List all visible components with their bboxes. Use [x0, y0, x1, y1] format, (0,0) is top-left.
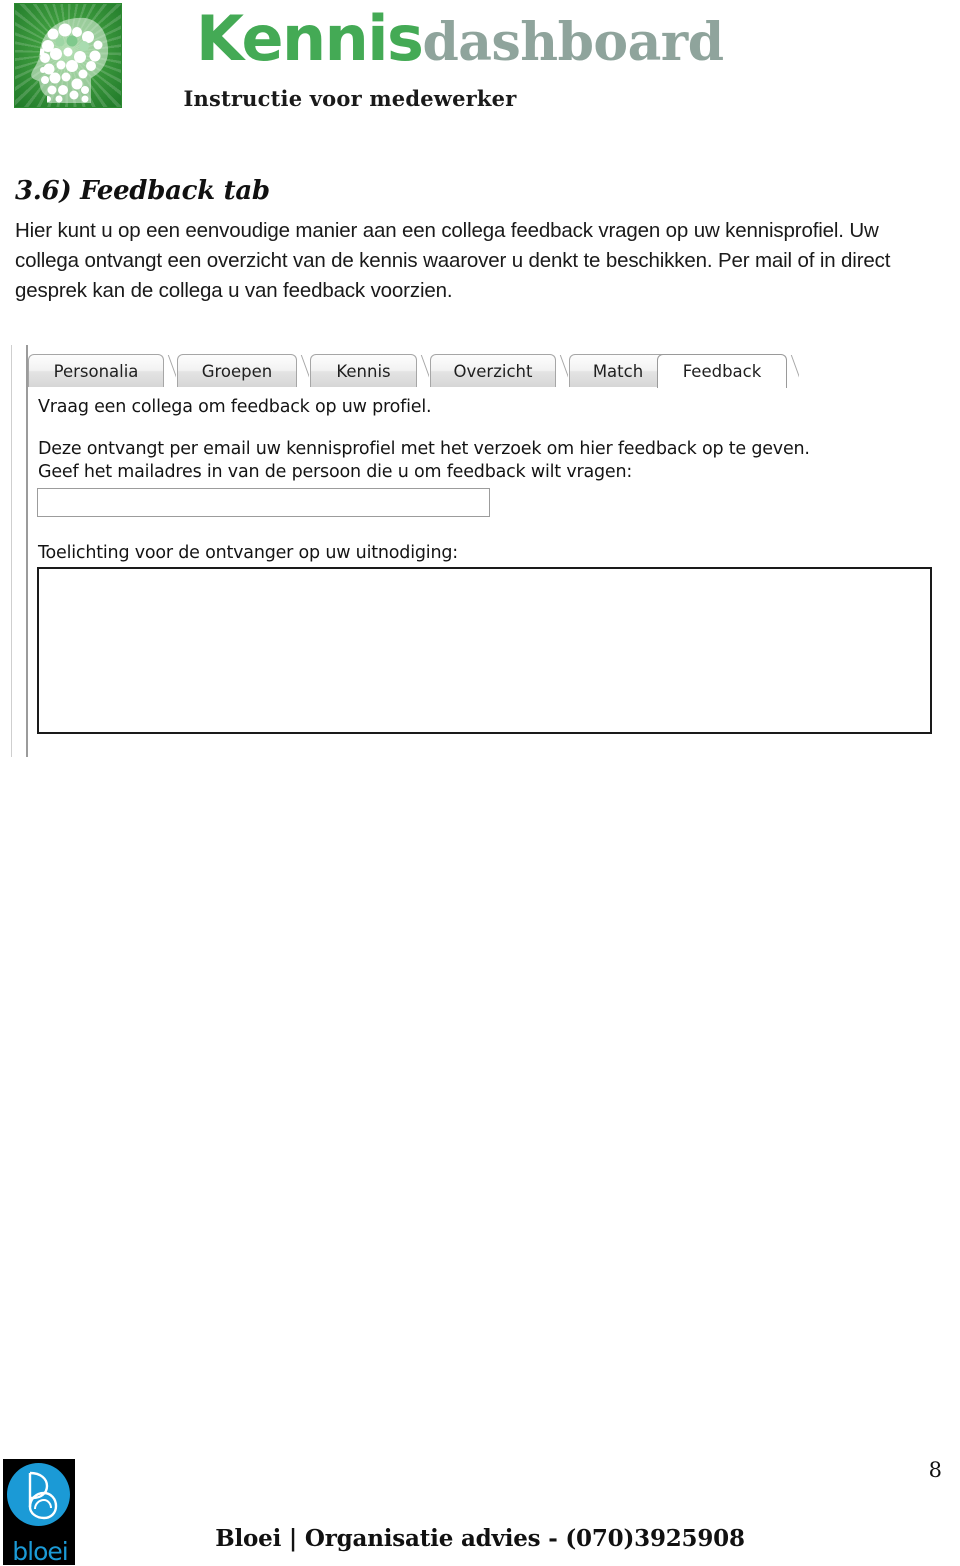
app-screenshot: Personalia Groepen Kennis Overzicht Matc… — [26, 345, 960, 757]
toelichting-label: Toelichting voor de ontvanger op uw uitn… — [38, 543, 458, 563]
tab-match-label: Match — [592, 361, 644, 381]
tab-feedback-label: Feedback — [682, 362, 762, 381]
feedback-panel: Vraag een collega om feedback op uw prof… — [28, 387, 960, 756]
toelichting-textarea[interactable] — [37, 567, 932, 734]
tab-feedback[interactable]: Feedback — [657, 354, 787, 388]
tab-personalia[interactable]: Personalia — [28, 354, 164, 387]
brand-wordmark: Kennisdashboard — [196, 2, 724, 75]
email-input[interactable] — [37, 488, 490, 517]
tab-overzicht[interactable]: Overzicht — [430, 354, 556, 387]
tab-notch-icon — [162, 355, 176, 388]
tab-notch-icon — [295, 355, 309, 388]
panel-explain-line-2: Geef het mailadres in van de persoon die… — [38, 462, 633, 482]
tab-kennis-label: Kennis — [336, 361, 391, 381]
tab-groepen-label: Groepen — [201, 361, 273, 381]
tab-strip: Personalia Groepen Kennis Overzicht Matc… — [28, 354, 960, 388]
tab-overzicht-label: Overzicht — [453, 361, 533, 381]
intro-paragraph: Hier kunt u op een eenvoudige manier aan… — [15, 219, 891, 302]
brand-secondary: dashboard — [422, 12, 724, 73]
panel-intro-line: Vraag een collega om feedback op uw prof… — [38, 397, 432, 417]
bloei-b-mark — [28, 1471, 58, 1520]
tab-groepen[interactable]: Groepen — [177, 354, 297, 387]
tab-kennis[interactable]: Kennis — [310, 354, 417, 387]
footer-divider — [0, 1442, 960, 1443]
tab-notch-icon — [415, 355, 429, 388]
document-body: 3.6) Feedback tab Hier kunt u op een een… — [15, 176, 945, 306]
footer-company-line: Bloei | Organisatie advies - (070)392590… — [215, 1525, 745, 1552]
tab-personalia-label: Personalia — [53, 361, 139, 381]
page-header: Kennisdashboard Instructie voor medewerk… — [0, 0, 960, 140]
brand-primary: Kennis — [196, 2, 424, 75]
tab-notch-icon — [554, 355, 568, 388]
section-heading: 3.6) Feedback tab — [15, 176, 270, 206]
screenshot-outer-rule — [11, 345, 12, 757]
panel-explain-line-1: Deze ontvangt per email uw kennisprofiel… — [38, 439, 810, 459]
document-subtitle: Instructie voor medewerker — [183, 86, 517, 111]
tab-notch-icon — [785, 355, 799, 388]
tab-match[interactable]: Match — [569, 354, 667, 387]
page-number: 8 — [928, 1458, 942, 1482]
